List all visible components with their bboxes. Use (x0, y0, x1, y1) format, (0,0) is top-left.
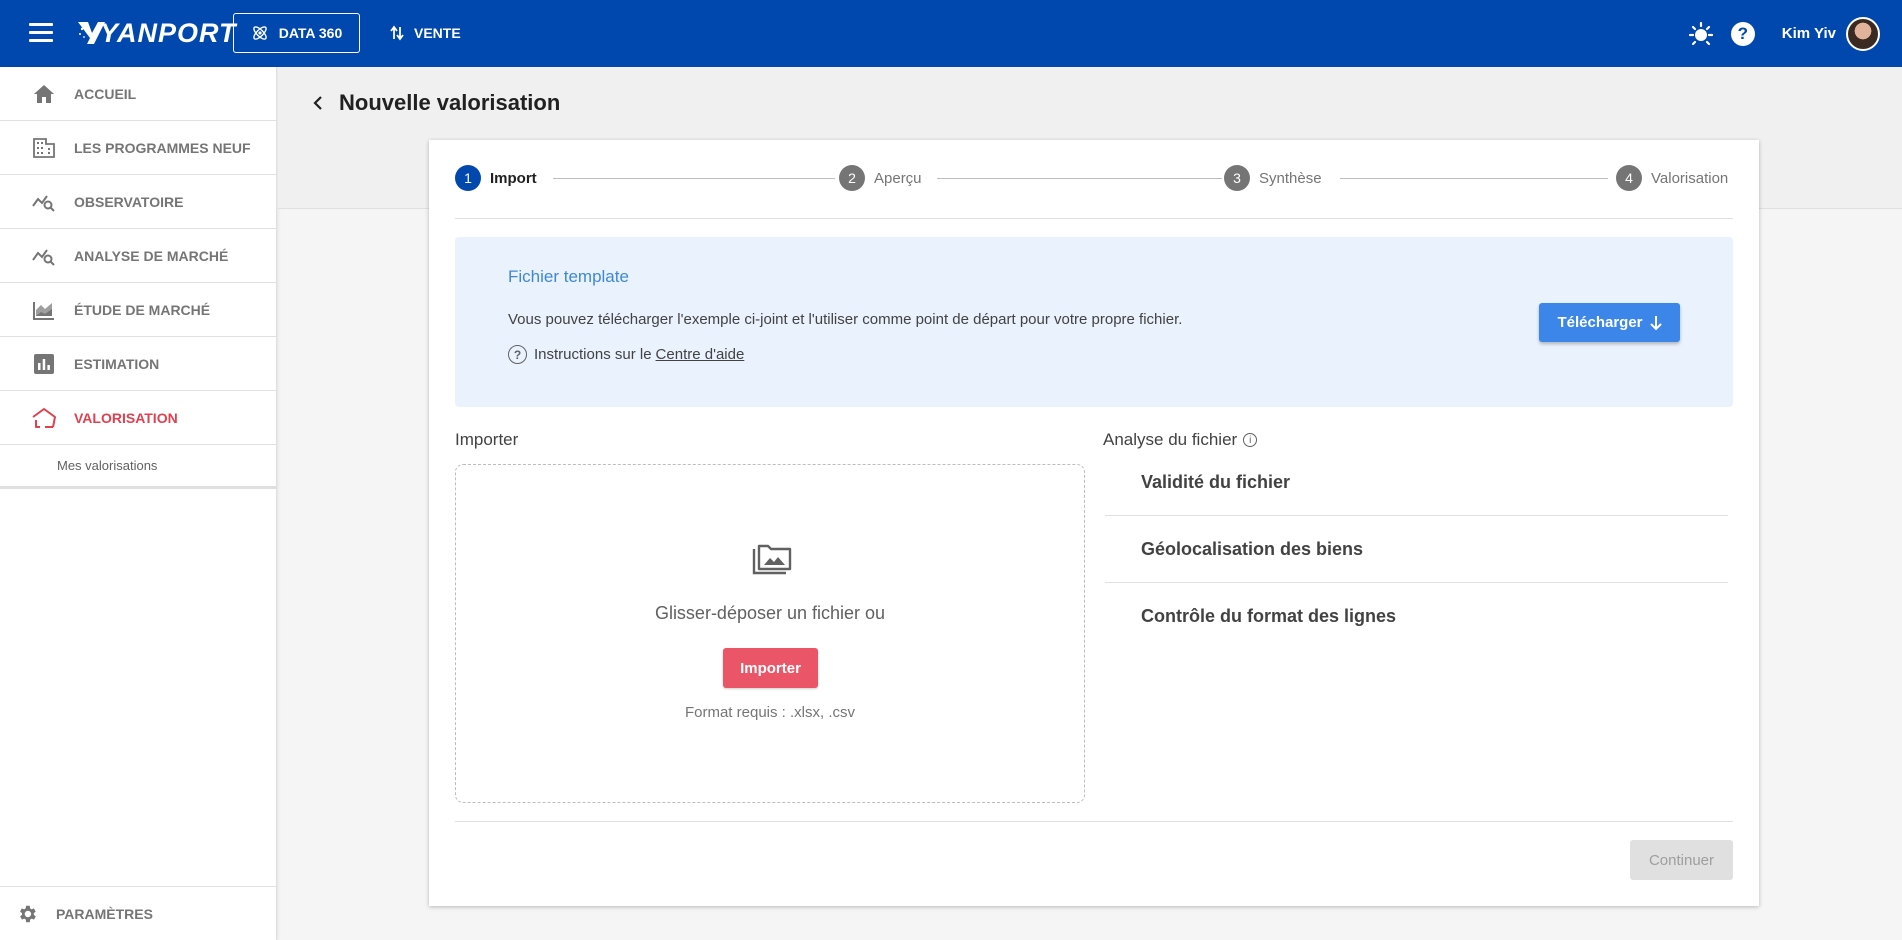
download-label: Télécharger (1557, 314, 1643, 331)
file-drop-zone[interactable]: Glisser-déposer un fichier ou Importer F… (455, 464, 1085, 803)
avatar[interactable] (1846, 16, 1880, 51)
vente-button[interactable]: VENTE (390, 13, 461, 53)
download-button[interactable]: Télécharger (1539, 303, 1680, 342)
sidebar-subitem-mes-valorisations[interactable]: Mes valorisations (0, 445, 276, 489)
analyse-title-text: Analyse du fichier (1103, 430, 1238, 449)
sidebar-item-observatoire[interactable]: OBSERVATOIRE (0, 175, 276, 229)
step-number: 3 (1224, 165, 1250, 191)
step-import[interactable]: 1 Import (455, 164, 537, 192)
step-number: 2 (839, 165, 865, 191)
step-connector (937, 178, 1222, 179)
sidebar-item-programmes-neuf[interactable]: LES PROGRAMMES NEUF (0, 121, 276, 175)
sidebar-item-label: ACCUEIL (74, 85, 137, 102)
divider (455, 218, 1733, 219)
building-icon (31, 137, 57, 159)
analyse-item-controle-format: Contrôle du format des lignes (1141, 606, 1397, 626)
info-icon[interactable]: i (1243, 433, 1258, 447)
question-circle-icon: ? (508, 345, 527, 364)
sidebar-item-analyse-de-marche[interactable]: ANALYSE DE MARCHÉ (0, 229, 276, 283)
chart-search-icon (31, 245, 57, 267)
sidebar-item-parametres[interactable]: PARAMÈTRES (0, 886, 277, 940)
bar-chart-icon (31, 353, 57, 375)
sidebar-item-label: ÉTUDE DE MARCHÉ (74, 301, 211, 318)
import-card: 1 Import 2 Aperçu 3 Synthèse 4 Valorisat… (429, 140, 1759, 906)
vente-label: VENTE (414, 25, 461, 41)
help-icon[interactable]: ? (1730, 21, 1755, 46)
stepper: 1 Import 2 Aperçu 3 Synthèse 4 Valorisat… (455, 164, 1733, 196)
step-valorisation[interactable]: 4 Valorisation (1616, 164, 1728, 192)
chart-search-icon (31, 191, 57, 213)
step-label: Aperçu (874, 169, 922, 187)
step-label: Synthèse (1259, 169, 1322, 187)
sidebar-item-accueil[interactable]: ACCUEIL (0, 67, 276, 121)
gear-icon (14, 901, 40, 927)
sidebar-item-label: VALORISATION (74, 409, 178, 426)
page-title: Nouvelle valorisation (339, 90, 561, 115)
back-arrow-icon[interactable] (306, 91, 330, 115)
analyse-title: Analyse du fichier i (1103, 430, 1258, 450)
sidebar-item-label: PARAMÈTRES (56, 905, 153, 922)
sidebar-item-valorisation[interactable]: VALORISATION (0, 391, 276, 445)
data360-button[interactable]: DATA 360 (233, 13, 360, 53)
import-button[interactable]: Importer (723, 648, 818, 688)
menu-icon[interactable] (29, 23, 53, 43)
step-apercu[interactable]: 2 Aperçu (839, 164, 922, 192)
help-center-link[interactable]: Centre d'aide (656, 346, 745, 363)
atom-icon (252, 26, 267, 40)
drop-instructions: Glisser-déposer un fichier ou (654, 603, 886, 623)
step-synthese[interactable]: 3 Synthèse (1224, 164, 1322, 192)
continue-button[interactable]: Continuer (1630, 840, 1733, 880)
step-label: Valorisation (1651, 169, 1729, 187)
swap-vertical-icon (390, 25, 404, 41)
sidebar-item-label: ESTIMATION (74, 355, 160, 372)
area-chart-icon (31, 299, 57, 321)
top-app-bar: YANPORT DATA 360 VENTE ? Kim Yiv (0, 0, 1902, 67)
home-icon (31, 83, 57, 105)
importer-title: Importer (455, 430, 519, 449)
data360-label: DATA 360 (278, 25, 343, 41)
step-label: Import (490, 169, 537, 187)
app-logo[interactable]: YANPORT (76, 18, 237, 48)
analyse-item-validite: Validité du fichier (1105, 462, 1728, 516)
folder-images-icon (752, 544, 792, 575)
sidebar-item-label: OBSERVATOIRE (74, 193, 184, 210)
sidebar-item-label: LES PROGRAMMES NEUF (74, 139, 251, 156)
format-requirements: Format requis : .xlsx, .csv (684, 704, 856, 721)
template-title: Fichier template (508, 267, 629, 286)
house-outline-icon (31, 407, 57, 429)
analyse-list: Validité du fichier Géolocalisation des … (1105, 462, 1728, 650)
sidebar-item-estimation[interactable]: ESTIMATION (0, 337, 276, 391)
template-description: Vous pouvez télécharger l'exemple ci-joi… (508, 311, 1183, 328)
sidebar: ACCUEIL LES PROGRAMMES NEUF OBSERVATOIRE… (0, 67, 277, 940)
step-number: 1 (455, 165, 481, 191)
user-name[interactable]: Kim Yiv (1782, 25, 1836, 42)
template-info-box: Fichier template Vous pouvez télécharger… (455, 237, 1733, 407)
theme-toggle-icon[interactable] (1687, 20, 1715, 48)
logo-text: YANPORT (100, 17, 237, 48)
step-connector (1340, 178, 1608, 179)
sidebar-item-etude-de-marche[interactable]: ÉTUDE DE MARCHÉ (0, 283, 276, 337)
help-instructions: ? Instructions sur le Centre d'aide (508, 345, 744, 364)
divider (455, 821, 1733, 822)
sidebar-item-label: ANALYSE DE MARCHÉ (74, 247, 229, 264)
step-connector (553, 178, 835, 179)
help-prefix: Instructions sur le (534, 346, 652, 363)
analyse-item-geolocalisation: Géolocalisation des biens (1105, 516, 1728, 583)
arrow-down-icon (1649, 315, 1662, 330)
step-number: 4 (1616, 165, 1642, 191)
